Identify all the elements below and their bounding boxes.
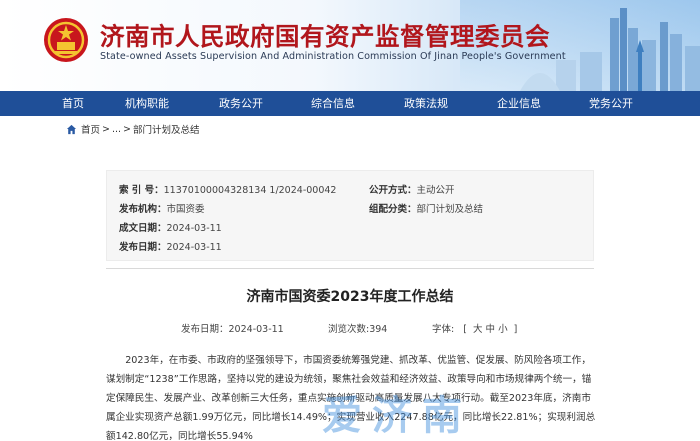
breadcrumb-current[interactable]: 部门计划及总结: [133, 122, 200, 136]
nav-item-general-info[interactable]: 综合信息: [311, 91, 355, 116]
nav-item-enterprise-info[interactable]: 企业信息: [497, 91, 541, 116]
nav-item-home[interactable]: 首页: [62, 91, 84, 116]
document-meta-box: 索 引 号：11370100004328134 1/2024-00042 公开方…: [106, 170, 594, 261]
published-date-label: 发布日期：: [119, 242, 167, 253]
meta-row-created: 成文日期：2024-03-11: [119, 220, 222, 234]
font-size-label: 字体:: [432, 324, 455, 335]
publishing-org-label: 发布机构：: [119, 204, 167, 215]
index-number-value: 11370100004328134 1/2024-00042: [163, 185, 337, 196]
home-icon: [66, 124, 77, 134]
nav-item-policies[interactable]: 政策法规: [404, 91, 448, 116]
nav-item-organization[interactable]: 机构职能: [125, 91, 169, 116]
breadcrumb-ellipsis[interactable]: ...: [112, 124, 121, 135]
font-size-large-button[interactable]: 大: [473, 324, 483, 335]
category-label: 组配分类：: [369, 204, 417, 215]
font-size-medium-button[interactable]: 中: [486, 324, 496, 335]
site-subtitle: State-owned Assets Supervision And Admin…: [100, 51, 566, 62]
main-nav: 首页 机构职能 政务公开 综合信息 政策法规 企业信息 党务公开: [0, 91, 700, 116]
font-bracket-open: [: [463, 324, 467, 335]
font-size-control: 字体: [ 大 中 小 ]: [432, 321, 517, 335]
site-title: 济南市人民政府国有资产监督管理委员会: [100, 22, 550, 51]
category-value: 部门计划及总结: [416, 204, 484, 215]
open-mode-value: 主动公开: [416, 185, 455, 196]
created-date-label: 成文日期：: [119, 223, 167, 234]
open-mode-label: 公开方式：: [369, 185, 417, 196]
nav-item-government-affairs[interactable]: 政务公开: [219, 91, 263, 116]
article-view-count: 浏览次数:394: [328, 321, 387, 335]
font-bracket-close: ]: [513, 324, 518, 335]
meta-row-org: 发布机构：市国资委 组配分类：部门计划及总结: [119, 201, 483, 215]
breadcrumb-home-link[interactable]: 首页: [81, 122, 100, 136]
breadcrumb: 首页 > ... > 部门计划及总结: [66, 122, 202, 136]
watermark-logo: 爱济南: [322, 393, 472, 439]
article-date-label: 发布日期：: [181, 324, 229, 335]
meta-row-published: 发布日期：2024-03-11: [119, 239, 222, 253]
meta-row-index: 索 引 号：11370100004328134 1/2024-00042 公开方…: [119, 182, 455, 196]
breadcrumb-separator: >: [123, 123, 132, 135]
font-size-small-button[interactable]: 小: [498, 324, 508, 335]
nav-item-party-affairs[interactable]: 党务公开: [589, 91, 633, 116]
article-date-value: 2024-03-11: [228, 324, 284, 335]
divider: [106, 268, 594, 269]
site-header: 济南市人民政府国有资产监督管理委员会 State-owned Assets Su…: [0, 0, 700, 91]
article-publish-date: 发布日期：2024-03-11: [181, 321, 284, 335]
breadcrumb-separator: >: [102, 123, 110, 135]
created-date-value: 2024-03-11: [166, 223, 222, 234]
national-emblem-icon: [44, 18, 88, 62]
views-label: 浏览次数:: [328, 324, 370, 335]
views-value: 394: [369, 324, 388, 335]
published-date-value: 2024-03-11: [166, 242, 222, 253]
publishing-org-value: 市国资委: [166, 204, 205, 215]
article-title: 济南市国资委2023年度工作总结: [246, 289, 454, 305]
index-number-label: 索 引 号：: [119, 185, 164, 196]
